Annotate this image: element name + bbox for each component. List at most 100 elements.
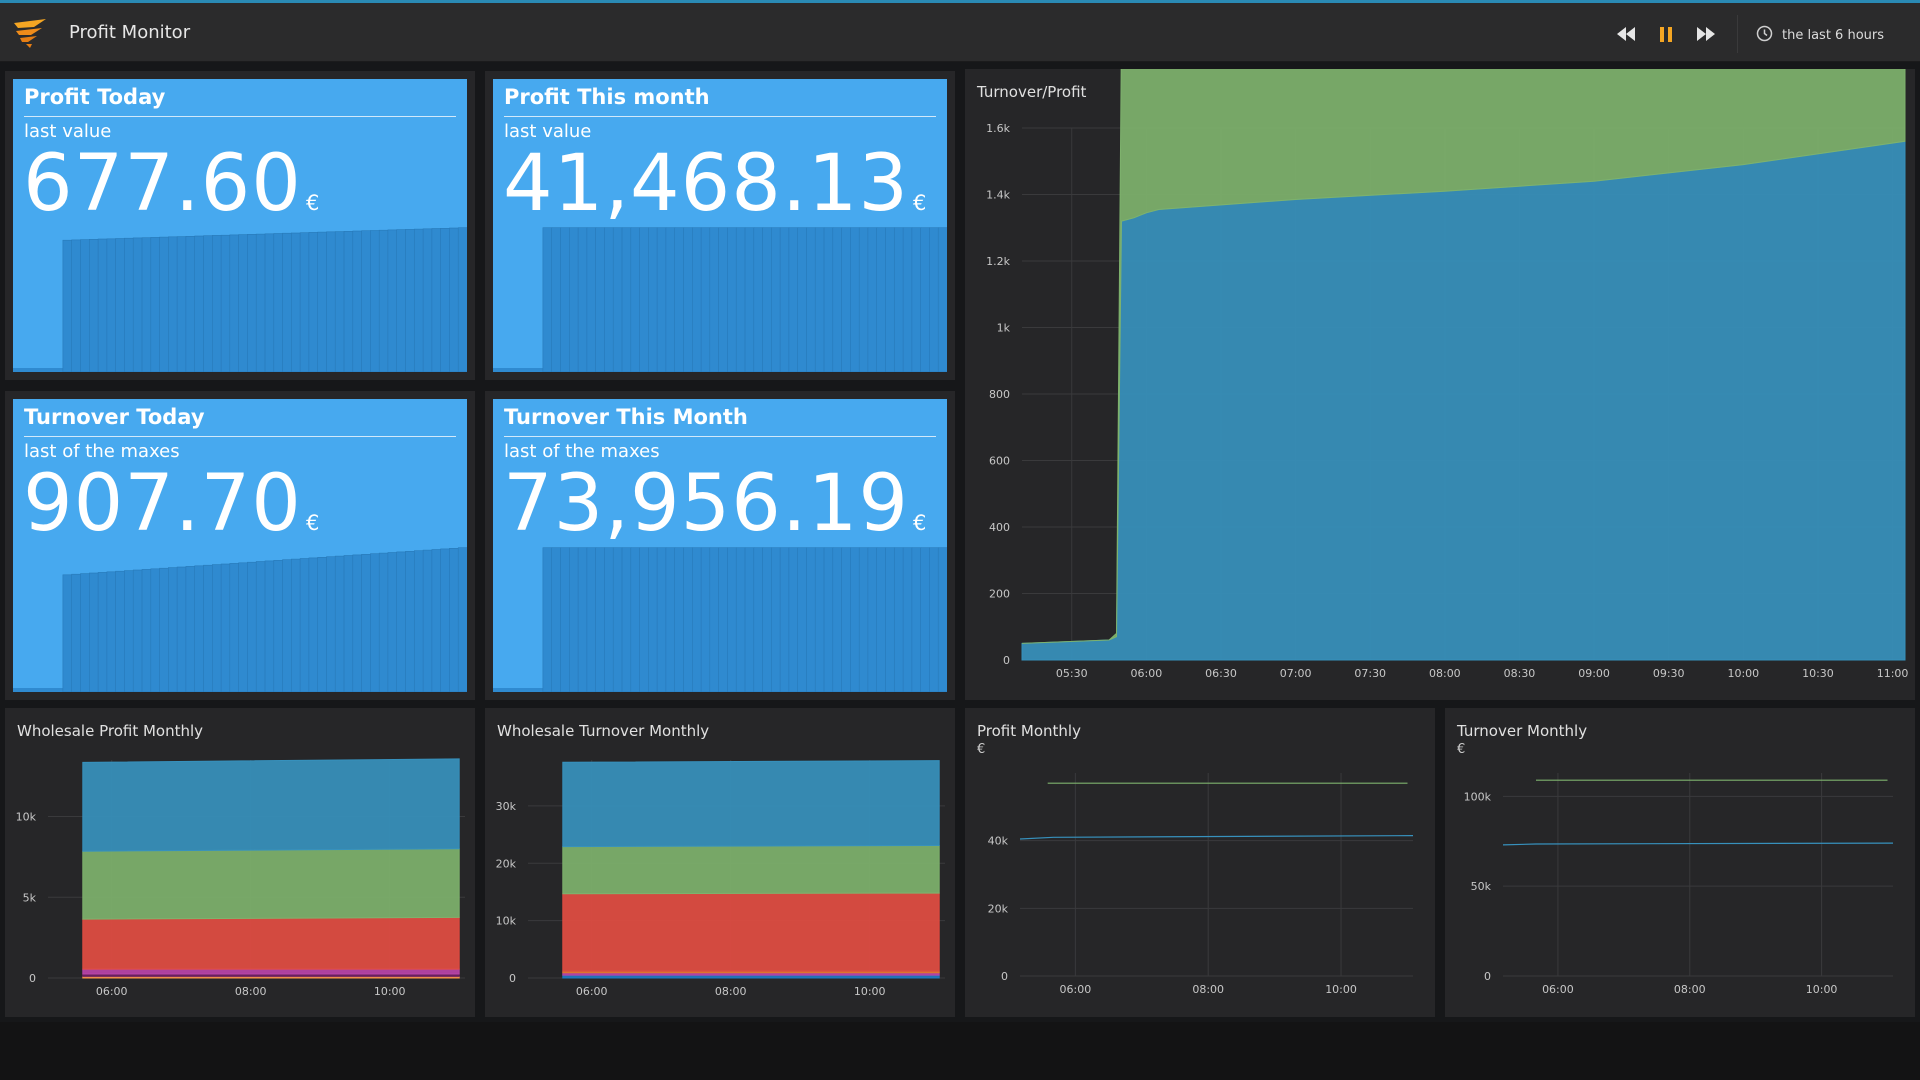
profit-monthly-chart: 0 20k 40k 06:00 08:00 10:00 [988,773,1414,996]
spark-baseline [13,688,63,692]
spark-bar [203,235,213,372]
spark-bar [893,547,904,692]
spark-bar [212,564,222,692]
stat-divider [24,116,456,117]
spark-bar [911,547,922,692]
spark-bar [168,236,178,372]
spark-bar [361,554,372,692]
spark-bar [457,547,467,692]
spark-bar [762,547,772,692]
area-series [1021,140,1906,661]
spark-bar [709,227,720,372]
spark-bar [124,237,134,372]
line-series [1502,842,1894,846]
spark-bar [683,547,693,692]
wholesale-turnover-chart: 0 10k 20k 30k 06:00 08:00 10:00 [496,760,945,998]
spark-bar [595,547,605,692]
wholesale-profit-chart: 0 5k 10k 06:00 08:00 10:00 [16,758,465,998]
spark-bar [551,227,562,372]
y-tick-label: 0 [29,972,36,985]
spark-bar [282,559,292,692]
spark-bar [823,227,834,372]
spark-bar [449,548,459,692]
stat-unit: € [305,191,321,215]
spark-bar [577,227,588,372]
x-tick-label: 08:00 [715,985,747,998]
spark-bar [630,547,641,692]
y-tick-label: 40k [988,835,1009,848]
fast-forward-icon[interactable] [1692,21,1720,47]
area-series [82,916,460,970]
spark-bar [841,547,852,692]
graph-panel-turnover-monthly[interactable]: Turnover Monthly € 0 50k 100k 06:00 08:00 10:… [1445,708,1915,1017]
spark-bar [308,232,319,372]
y-tick-label: 20k [496,857,517,870]
line-series [1019,835,1414,840]
spark-bar [744,547,755,692]
x-tick-label: 10:00 [1727,667,1759,680]
spark-bar [80,573,90,692]
spark-bar [238,234,249,372]
turnover-profit-chart: 0 200 400 600 800 1k 1.2k 1.4k 1.6k 05:30 06:00 06:… [986,69,1908,680]
spark-bar [413,228,424,372]
spark-bar [290,558,301,692]
x-tick-label: 08:00 [1192,983,1224,996]
spark-bar [299,558,310,692]
stat-title: Turnover This Month [504,405,748,429]
orange-wing-logo-icon[interactable] [12,17,50,51]
navbar-separator [1737,15,1738,53]
spark-bar [630,227,641,372]
spark-bar [885,227,895,372]
spark-bar [806,547,816,692]
spark-bar [753,547,764,692]
graph-panel-wholesale-profit[interactable]: Wholesale Profit Monthly 0 5k 10k 06:00 08:0… [5,708,475,1017]
spark-bar [62,574,73,692]
y-tick-label: 30k [496,800,517,813]
spark-bar [150,568,161,692]
spark-bar [937,547,947,692]
spark-bar [709,547,720,692]
spark-bar [343,231,354,372]
x-tick-label: 10:00 [1325,983,1357,996]
spark-bar [885,547,895,692]
spark-bar [683,227,693,372]
spark-bar [326,556,336,692]
spark-bar [920,227,931,372]
spark-bar [396,229,407,372]
spark-bar [867,227,878,372]
rewind-icon[interactable] [1612,21,1640,47]
spark-bar [612,227,623,372]
spark-bar [194,565,205,692]
spark-bar [911,227,922,372]
spark-bar [194,235,205,372]
spark-bar [440,548,451,692]
pause-icon[interactable] [1652,21,1680,47]
time-range-label: the last 6 hours [1782,27,1885,43]
spark-bar [779,547,790,692]
x-tick-label: 07:00 [1280,667,1312,680]
y-tick-label: 10k [16,811,37,824]
stat-panel-turnover-this-month[interactable]: Turnover This Month last of the maxes 73… [485,391,955,700]
stat-value: 73,956.19 € [503,465,927,543]
spark-bar [612,547,623,692]
spark-bar [449,227,459,372]
graph-panel-turnover-profit[interactable]: Turnover/Profit 0 200 400 600 800 1k 1.2k 1.4k 1… [965,69,1915,700]
spark-bar [413,550,424,692]
spark-bar [577,547,588,692]
dashboard-title[interactable]: Profit Monitor [69,22,190,43]
spark-bar [124,570,134,692]
spark-bar [343,555,354,692]
spark-bar [176,236,187,372]
stat-panel-profit-today[interactable]: Profit Today last value 677.60 € [5,71,475,380]
time-range-picker[interactable]: the last 6 hours [1756,23,1884,47]
graph-panel-profit-monthly[interactable]: Profit Monthly € 0 20k 40k 06:00 08:00 10:00 [965,708,1435,1017]
spark-bar [89,239,99,372]
spark-bar [238,562,249,692]
y-tick-label: 50k [1471,880,1492,893]
spark-bar [560,547,570,692]
stat-panel-profit-this-month[interactable]: Profit This month last value 41,468.13 € [485,71,955,380]
spark-bar [71,573,82,692]
spark-bar [850,547,860,692]
stat-panel-turnover-today[interactable]: Turnover Today last of the maxes 907.70 € [5,391,475,700]
graph-panel-wholesale-turnover[interactable]: Wholesale Turnover Monthly 0 10k 20k 30k 06:… [485,708,955,1017]
